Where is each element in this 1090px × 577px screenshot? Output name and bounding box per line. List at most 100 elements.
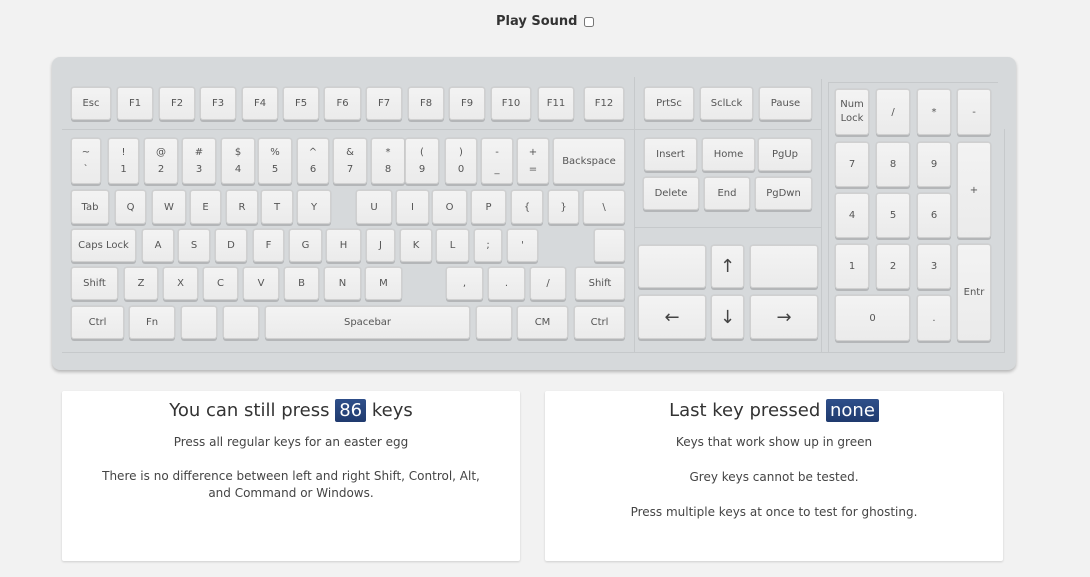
key-f12[interactable]: F12 [584, 87, 624, 120]
key-right-shift[interactable]: Shift [575, 267, 625, 300]
key-numpad-multiply[interactable]: * [917, 89, 951, 135]
key-delete[interactable]: Delete [643, 177, 699, 210]
key-left-alt[interactable] [223, 306, 259, 339]
key-spacebar[interactable]: Spacebar [265, 306, 470, 339]
key-f1[interactable]: F1 [117, 87, 153, 120]
key-i[interactable]: I [396, 190, 429, 224]
key-num-2[interactable]: @2 [144, 138, 178, 184]
key-num-3[interactable]: #3 [182, 138, 216, 184]
key-enter[interactable] [594, 229, 625, 262]
key-down-arrow[interactable]: ↓ [711, 295, 744, 339]
key-f10[interactable]: F10 [491, 87, 531, 120]
key-num-11[interactable]: - _ [481, 138, 513, 184]
key-up-arrow[interactable]: ↑ [711, 245, 744, 288]
key-cm[interactable]: CM [517, 306, 568, 339]
key-slash[interactable]: / [530, 267, 566, 300]
key-f2[interactable]: F2 [159, 87, 195, 120]
key-f11[interactable]: F11 [538, 87, 574, 120]
key-g[interactable]: G [289, 229, 322, 262]
key-f6[interactable]: F6 [324, 87, 361, 120]
key-a[interactable]: A [142, 229, 174, 262]
key-right-ctrl[interactable]: Ctrl [574, 306, 625, 339]
key-esc[interactable]: Esc [71, 87, 111, 120]
key-h[interactable]: H [326, 229, 361, 262]
key-prtsc[interactable]: PrtSc [644, 87, 694, 120]
key-numpad-decimal[interactable]: . [917, 295, 951, 341]
key-numpad-5[interactable]: 5 [876, 193, 910, 238]
key-v[interactable]: V [243, 267, 279, 300]
key-numpad-6[interactable]: 6 [917, 193, 951, 238]
key-pgup[interactable]: PgUp [758, 138, 812, 171]
key-u[interactable]: U [356, 190, 392, 224]
key-j[interactable]: J [366, 229, 395, 262]
key-num-0[interactable]: ~ ` [71, 138, 101, 184]
key-z[interactable]: Z [124, 267, 158, 300]
key-backslash[interactable]: \ [583, 190, 625, 224]
key-numpad-0[interactable]: 0 [835, 295, 910, 341]
key-num-7[interactable]: & 7 [333, 138, 367, 184]
key-t[interactable]: T [261, 190, 293, 224]
key-f5[interactable]: F5 [283, 87, 319, 120]
key-left-super[interactable] [181, 306, 217, 339]
key-arrow-blank-left[interactable] [638, 245, 706, 288]
key-k[interactable]: K [400, 229, 432, 262]
key-numpad-9[interactable]: 9 [917, 142, 951, 187]
key-left-ctrl[interactable]: Ctrl [71, 306, 124, 339]
key-p[interactable]: P [471, 190, 506, 224]
key-numpad-1[interactable]: 1 [835, 244, 869, 289]
play-sound-checkbox[interactable] [584, 16, 594, 27]
key-num-10[interactable]: ) 0 [445, 138, 477, 184]
key-b[interactable]: B [284, 267, 319, 300]
key-numpad-3[interactable]: 3 [917, 244, 951, 289]
key-period[interactable]: . [488, 267, 525, 300]
key-num-1[interactable]: ! 1 [108, 138, 139, 184]
key-e[interactable]: E [190, 190, 221, 224]
key-pgdwn[interactable]: PgDwn [755, 177, 812, 210]
key-q[interactable]: Q [115, 190, 146, 224]
key-n[interactable]: N [324, 267, 361, 300]
key-comma[interactable]: , [446, 267, 483, 300]
key-f9[interactable]: F9 [449, 87, 485, 120]
key-right-arrow[interactable]: → [750, 295, 818, 339]
key-numpad-enter[interactable]: Entr [957, 244, 991, 341]
key-arrow-blank-right[interactable] [750, 245, 818, 288]
key-f4[interactable]: F4 [242, 87, 278, 120]
key-num-8[interactable]: * 8 [371, 138, 405, 184]
key-y[interactable]: Y [297, 190, 331, 224]
key-tab[interactable]: Tab [71, 190, 109, 224]
key-f[interactable]: F [253, 229, 284, 262]
key-end[interactable]: End [704, 177, 750, 210]
key-left-shift[interactable]: Shift [71, 267, 118, 300]
key-d[interactable]: D [215, 229, 247, 262]
key-numpad-2[interactable]: 2 [876, 244, 910, 289]
key-numpad-8[interactable]: 8 [876, 142, 910, 187]
key-numpad-7[interactable]: 7 [835, 142, 869, 187]
key-insert[interactable]: Insert [644, 138, 697, 171]
key-num-12[interactable]: + = [517, 138, 549, 184]
key-home[interactable]: Home [702, 138, 755, 171]
key-backspace[interactable]: Backspace [553, 138, 625, 184]
key-l[interactable]: L [436, 229, 469, 262]
key-num-lock[interactable]: Num Lock [835, 89, 869, 135]
key-r[interactable]: R [226, 190, 258, 224]
key-semicolon[interactable]: ; [474, 229, 502, 262]
key-f7[interactable]: F7 [366, 87, 402, 120]
key-left-brace[interactable]: { [511, 190, 543, 224]
key-scllck[interactable]: SclLck [700, 87, 753, 120]
key-caps-lock[interactable]: Caps Lock [71, 229, 136, 262]
key-num-9[interactable]: (9 [405, 138, 439, 184]
key-m[interactable]: M [365, 267, 402, 300]
key-right-alt[interactable] [476, 306, 512, 339]
key-quote[interactable]: ' [507, 229, 538, 262]
key-f3[interactable]: F3 [200, 87, 236, 120]
key-right-brace[interactable]: } [548, 190, 579, 224]
key-numpad-minus[interactable]: - [957, 89, 991, 135]
key-num-4[interactable]: $4 [221, 138, 255, 184]
key-s[interactable]: S [178, 229, 210, 262]
key-num-5[interactable]: % 5 [258, 138, 292, 184]
key-fn[interactable]: Fn [129, 306, 175, 339]
key-w[interactable]: W [152, 190, 186, 224]
key-numpad-plus[interactable]: + [957, 142, 991, 238]
key-x[interactable]: X [163, 267, 198, 300]
key-o[interactable]: O [432, 190, 467, 224]
